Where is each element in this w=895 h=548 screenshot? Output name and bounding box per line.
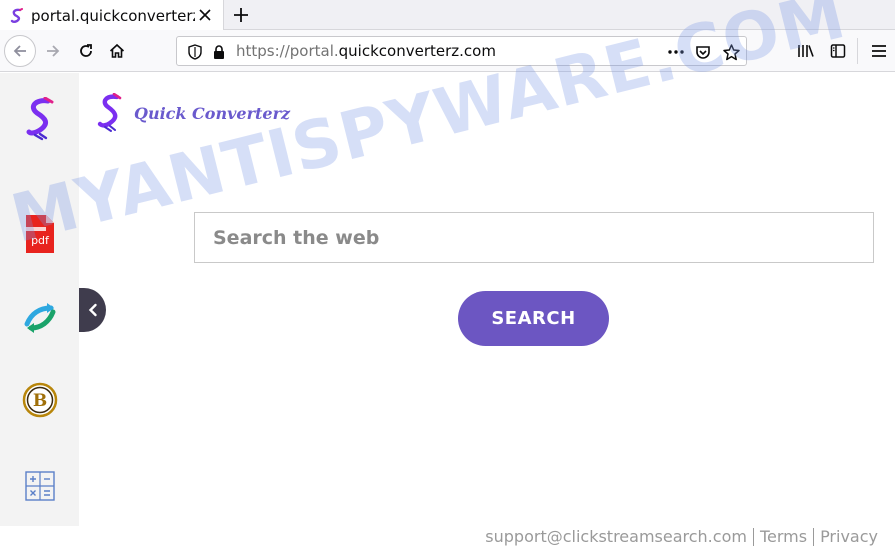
forward-arrow-icon: [47, 45, 60, 57]
search-input[interactable]: [194, 212, 874, 263]
privacy-link[interactable]: Privacy: [820, 527, 878, 546]
forward-button[interactable]: [39, 37, 67, 65]
menu-button[interactable]: [865, 37, 893, 65]
toolbar-separator: [857, 38, 858, 64]
sidebar-collapse-button[interactable]: [79, 288, 106, 332]
search-button[interactable]: SEARCH: [458, 291, 609, 346]
left-sidebar: pdf B: [0, 73, 79, 526]
back-button[interactable]: [4, 35, 36, 67]
sidebar-item-crypto[interactable]: B: [20, 380, 60, 420]
quickconverterz-logo-icon: [26, 97, 54, 141]
sidebar-icon: [830, 44, 846, 58]
pdf-icon-label: pdf: [31, 234, 50, 247]
pocket-icon[interactable]: [694, 43, 712, 61]
sidebar-item-pdf[interactable]: pdf: [20, 214, 60, 254]
logo-text: Quick Converterz: [134, 103, 291, 123]
hamburger-menu-icon: [872, 45, 886, 57]
page-actions-icon[interactable]: [667, 43, 685, 61]
sidebar-item-home[interactable]: [20, 97, 60, 141]
url-prefix: https://portal.: [236, 42, 339, 60]
close-tab-icon[interactable]: [196, 6, 214, 24]
footer-divider: [813, 527, 815, 546]
plus-icon: [234, 8, 248, 22]
page-content: pdf B Quick Converterz Search the web SE…: [0, 0, 895, 548]
home-button[interactable]: [103, 37, 131, 65]
bitcoin-icon: B: [22, 382, 58, 418]
footer: support@clickstreamsearch.com Terms Priv…: [485, 527, 878, 546]
bookmark-star-icon[interactable]: [722, 43, 740, 61]
url-text[interactable]: https://portal.quickconverterz.com: [236, 42, 496, 60]
footer-divider: [752, 527, 754, 546]
pdf-icon: pdf: [24, 215, 54, 253]
address-bar[interactable]: https://portal.quickconverterz.com: [176, 36, 747, 66]
calculator-icon: [25, 471, 55, 501]
logo-mark-icon: [97, 93, 122, 132]
tab-strip: portal.quickconverterz: [0, 0, 895, 31]
site-logo[interactable]: Quick Converterz: [96, 93, 290, 133]
lock-icon[interactable]: [210, 43, 228, 61]
library-button[interactable]: [792, 37, 820, 65]
home-icon: [109, 43, 125, 58]
terms-link[interactable]: Terms: [760, 527, 807, 546]
sidebar-item-calculator[interactable]: [20, 466, 60, 506]
back-arrow-icon: [13, 45, 26, 57]
support-email-link[interactable]: support@clickstreamsearch.com: [485, 527, 747, 546]
convert-arrows-icon: [24, 303, 56, 333]
reload-button[interactable]: [72, 37, 100, 65]
new-tab-button[interactable]: [229, 3, 253, 27]
browser-window: portal.quickconverterz https://portal.qu…: [0, 0, 895, 548]
active-tab[interactable]: portal.quickconverterz: [0, 0, 224, 31]
sidebar-item-converter[interactable]: [20, 297, 60, 337]
tracking-shield-icon[interactable]: [186, 43, 204, 61]
tab-title: portal.quickconverterz: [31, 6, 195, 25]
chevron-left-icon: [88, 303, 97, 317]
library-icon: [798, 45, 814, 57]
navigation-toolbar: https://portal.quickconverterz.com: [0, 30, 895, 72]
reload-icon: [80, 44, 92, 57]
tab-favicon-icon: [9, 7, 25, 24]
url-domain: quickconverterz.com: [338, 42, 496, 60]
sidebar-toggle-button[interactable]: [824, 37, 852, 65]
bitcoin-icon-label: B: [33, 391, 47, 411]
